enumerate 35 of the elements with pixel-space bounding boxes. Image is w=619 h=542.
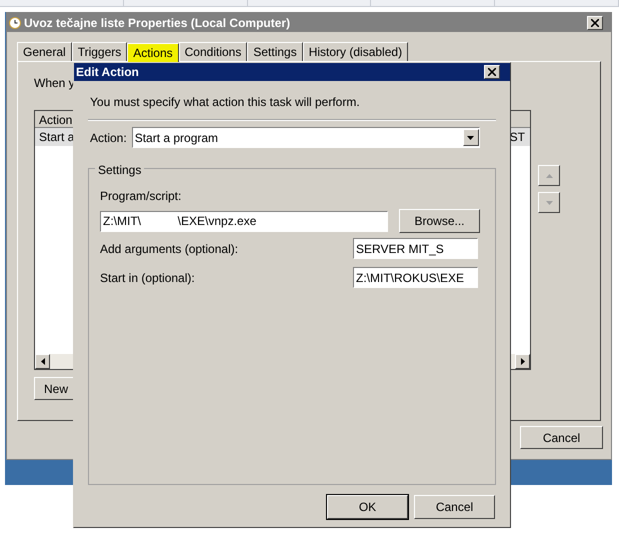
window-title: Uvoz tečajne liste Properties (Local Computer) [24, 14, 292, 32]
arguments-field[interactable]: SERVER MIT_S [353, 238, 478, 259]
move-up-button[interactable] [538, 165, 560, 186]
close-button[interactable] [587, 16, 603, 30]
close-button[interactable] [484, 65, 500, 79]
tab[interactable]: Conditions [178, 42, 248, 61]
cancel-button[interactable]: Cancel [414, 495, 495, 519]
action-dropdown[interactable]: Start a program [132, 127, 480, 148]
left-arrow-icon [40, 358, 44, 365]
tab[interactable]: History (disabled) [302, 42, 408, 61]
caret-icon [467, 136, 474, 140]
right-arrow-icon [520, 358, 524, 365]
dropdown-button[interactable] [462, 129, 479, 146]
arguments-label: Add arguments (optional): [100, 240, 238, 258]
down-arrow-icon [546, 200, 552, 204]
up-arrow-icon [546, 174, 552, 178]
tab[interactable]: Settings [247, 42, 303, 61]
start-in-label: Start in (optional): [100, 270, 195, 286]
start-in-field[interactable]: Z:\MIT\ROKUS\EXE [353, 267, 478, 288]
tab[interactable]: Actions [127, 43, 179, 62]
move-down-button[interactable] [538, 192, 560, 213]
browse-button[interactable]: Browse... [399, 209, 480, 233]
cancel-button[interactable]: Cancel [520, 426, 603, 449]
program-label: Program/script: [100, 188, 182, 205]
tab[interactable]: General [17, 42, 72, 61]
clock-icon [9, 16, 21, 28]
instruction-text: You must specify what action this task will perform. [89, 94, 361, 111]
close-icon [591, 18, 599, 26]
action-label: Action: [89, 130, 127, 146]
dialog-title: Edit Action [76, 64, 140, 81]
program-field[interactable]: Z:\MIT\ \EXE\vnpz.exe [100, 210, 388, 232]
list-cell-text: ST [510, 129, 526, 146]
ok-button[interactable]: OK [327, 495, 408, 519]
tab[interactable]: Triggers [72, 42, 128, 61]
close-icon [488, 68, 496, 76]
